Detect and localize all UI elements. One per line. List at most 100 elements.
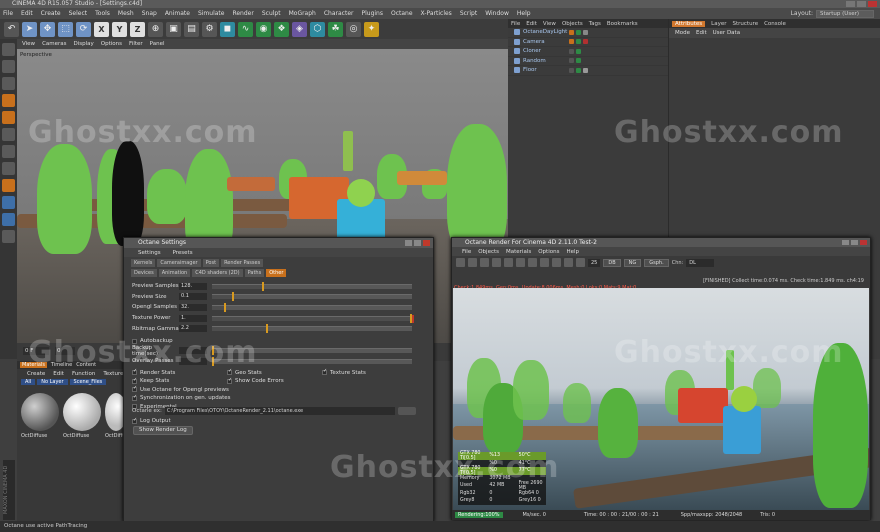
slider-knob[interactable] xyxy=(212,356,214,366)
z-axis-icon[interactable]: Z xyxy=(130,21,145,37)
backup-time-field[interactable] xyxy=(179,347,207,355)
texture-stats-checkbox[interactable]: Texture Stats xyxy=(322,369,366,378)
param-value-field[interactable]: 128. xyxy=(179,282,207,290)
objects-menu-tags[interactable]: Tags xyxy=(589,21,601,27)
viewport-menu-panel[interactable]: Panel xyxy=(150,41,165,47)
checkbox-box[interactable] xyxy=(132,395,137,401)
deformer-icon[interactable]: ◈ xyxy=(292,21,307,37)
viewport-menu-filter[interactable]: Filter xyxy=(129,41,143,47)
object-row[interactable]: Cloner xyxy=(508,47,668,57)
slider-knob[interactable] xyxy=(262,281,264,291)
lock-icon[interactable] xyxy=(504,258,513,267)
octane-settings-titlebar[interactable]: Octane Settings xyxy=(124,238,433,248)
tweak-mode-icon[interactable] xyxy=(2,162,15,175)
tab-timeline[interactable]: Timeline xyxy=(51,362,72,368)
slider-knob[interactable] xyxy=(212,346,214,356)
show-render-log-button[interactable]: Show Render Log xyxy=(133,426,193,435)
slider-knob[interactable] xyxy=(266,324,268,334)
scale-icon[interactable]: ⬚ xyxy=(58,21,73,37)
points-mode-icon[interactable] xyxy=(2,94,15,107)
minimize-button[interactable] xyxy=(846,1,855,7)
objects-menu-edit[interactable]: Edit xyxy=(526,21,537,27)
param-value-field[interactable]: 0.1 xyxy=(179,293,207,301)
viewport-menu-cameras[interactable]: Cameras xyxy=(42,41,66,47)
objects-menu-objects[interactable]: Objects xyxy=(562,21,583,27)
render-menu-help[interactable]: Help xyxy=(566,249,579,255)
cube-icon[interactable]: ◼ xyxy=(220,21,235,37)
objects-menu-view[interactable]: View xyxy=(543,21,556,27)
menu-render[interactable]: Render xyxy=(232,10,253,17)
maximize-button[interactable] xyxy=(857,1,866,7)
browse-button[interactable] xyxy=(397,407,416,415)
octane-render-titlebar[interactable]: Octane Render For Cinema 4D 2.11.0 Test-… xyxy=(452,238,870,247)
menu-mesh[interactable]: Mesh xyxy=(118,10,134,17)
focus-picker-icon[interactable] xyxy=(564,258,573,267)
send-scene-icon[interactable] xyxy=(456,258,465,267)
workplane-icon[interactable] xyxy=(2,196,15,209)
channel-dropdown[interactable]: DL xyxy=(686,258,715,267)
close-button[interactable] xyxy=(868,1,877,7)
render-menu-materials[interactable]: Materials xyxy=(506,249,531,255)
minimize-button[interactable] xyxy=(405,240,412,246)
spline-icon[interactable]: ∿ xyxy=(238,21,253,37)
render-menu-file[interactable]: File xyxy=(462,249,471,255)
backup-time-slider[interactable] xyxy=(212,346,412,356)
zoom-field[interactable]: 25 xyxy=(588,258,601,267)
render-menu-objects[interactable]: Objects xyxy=(478,249,499,255)
nurbs-icon[interactable]: ◉ xyxy=(256,21,271,37)
filter-all[interactable]: All xyxy=(21,379,36,385)
viewport-menu-display[interactable]: Display xyxy=(74,41,94,47)
param-value-field[interactable]: 1. xyxy=(179,314,207,322)
grid-icon[interactable] xyxy=(2,230,15,243)
menu-edit[interactable]: Edit xyxy=(21,10,33,17)
geo-stats-checkbox[interactable]: Geo Stats xyxy=(227,369,322,378)
objects-menu-bookmarks[interactable]: Bookmarks xyxy=(607,21,638,27)
filter-scene-files[interactable]: Scene_Files xyxy=(69,379,107,385)
close-button[interactable] xyxy=(860,240,867,245)
menu-script[interactable]: Script xyxy=(460,10,477,17)
material-preview[interactable] xyxy=(21,393,59,431)
overlay-passes-slider[interactable] xyxy=(212,356,412,366)
menu-file[interactable]: File xyxy=(3,10,13,17)
edges-mode-icon[interactable] xyxy=(2,111,15,124)
slider-knob[interactable] xyxy=(232,292,234,302)
sync-gen-updates-checkbox[interactable]: Synchronization on gen. updates xyxy=(132,394,231,403)
render-image[interactable]: GTX 780 Ti[0.5] %13 50°C %0 41°C GTX 780 Ti… xyxy=(453,288,869,510)
array-icon[interactable]: ❖ xyxy=(274,21,289,37)
maximize-button[interactable] xyxy=(851,240,858,245)
filter-no-layer[interactable]: No Layer xyxy=(37,379,68,385)
render-stats-checkbox[interactable]: Render Stats xyxy=(132,369,227,378)
tab-cameraimager[interactable]: Cameraimager xyxy=(157,258,201,267)
menu-animate[interactable]: Animate xyxy=(165,10,190,17)
tab-render-passes[interactable]: Render Passes xyxy=(221,258,264,267)
overlay-passes-field[interactable] xyxy=(179,357,207,365)
polygons-mode-icon[interactable] xyxy=(2,128,15,141)
attributes-menu-edit[interactable]: Edit xyxy=(696,30,707,36)
select-arrow-icon[interactable]: ➤ xyxy=(22,21,37,37)
region-render-icon[interactable] xyxy=(552,258,561,267)
gsph-button[interactable]: Gsph. xyxy=(644,258,669,267)
tab-paths[interactable]: Paths xyxy=(244,268,265,277)
stop-icon[interactable] xyxy=(468,258,477,267)
param-slider[interactable] xyxy=(212,292,412,302)
close-button[interactable] xyxy=(423,240,430,246)
tab-c4d-shaders[interactable]: C4D shaders (2D) xyxy=(192,268,243,277)
coordinate-system-icon[interactable]: ⊕ xyxy=(148,21,163,37)
menu-octane[interactable]: Octane xyxy=(391,10,413,17)
render-picture-viewer-icon[interactable]: ▤ xyxy=(184,21,199,37)
viewport-menu-options[interactable]: Options xyxy=(101,41,122,47)
checkbox-box[interactable] xyxy=(227,370,232,376)
attributes-menu-mode[interactable]: Mode xyxy=(675,30,690,36)
menu-tools[interactable]: Tools xyxy=(95,10,110,17)
snapping-icon[interactable] xyxy=(2,179,15,192)
lock-workplane-icon[interactable] xyxy=(2,213,15,226)
layout-dropdown[interactable]: Startup (User) xyxy=(816,9,874,18)
menu-presets[interactable]: Presets xyxy=(173,250,193,256)
viewport-menu-view[interactable]: View xyxy=(22,41,35,47)
param-value-field[interactable]: 32. xyxy=(179,303,207,311)
menu-select[interactable]: Select xyxy=(69,10,88,17)
objects-menu-file[interactable]: File xyxy=(511,21,520,27)
checkbox-box[interactable] xyxy=(132,338,137,344)
keep-stats-checkbox[interactable]: Keep Stats xyxy=(132,377,227,386)
tab-layer[interactable]: Layer xyxy=(711,21,726,27)
